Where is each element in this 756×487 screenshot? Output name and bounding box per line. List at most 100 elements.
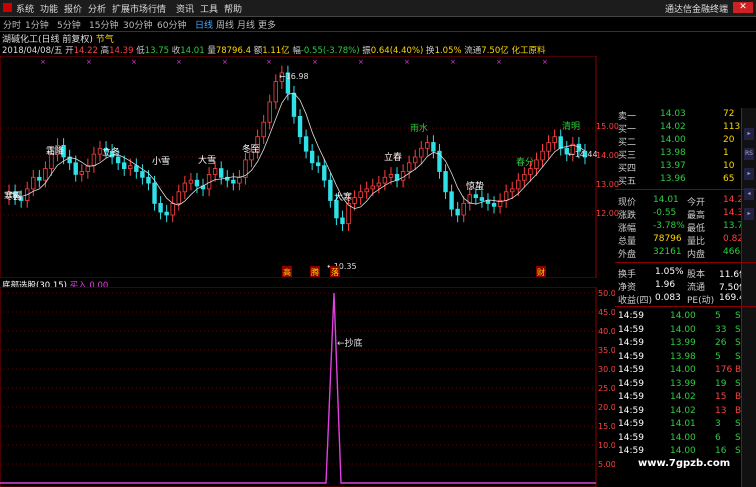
candle-body	[413, 156, 418, 164]
candle-body	[491, 202, 497, 207]
tick-side: S	[735, 338, 741, 348]
tick-price: 14.02	[670, 392, 696, 402]
period-30min[interactable]: 30分钟	[123, 18, 152, 31]
side-toolbar[interactable]: ▸ RS ▸ ◂ ▸	[741, 108, 756, 487]
stat-label: 股本	[687, 270, 706, 280]
tick-volume: 3	[715, 419, 721, 429]
quote-row: 卖一 14.03 72	[615, 109, 756, 122]
quote-row: 买四 13.97 10	[615, 161, 756, 174]
quote-row: 14:59 14.02 13 B	[615, 406, 756, 418]
candle-body	[485, 200, 491, 204]
menu-tools[interactable]: 工具	[200, 2, 218, 15]
quote-row: 换手 1.05% 股本 11.6亿	[615, 267, 756, 280]
quote-row: 净资 1.96 流通 7.50亿	[615, 280, 756, 293]
period-weekly[interactable]: 周线	[216, 18, 234, 31]
candle-body	[188, 179, 194, 184]
tick-price: 14.01	[670, 419, 696, 429]
order-volume: 10	[723, 161, 735, 171]
side-tab-icon[interactable]: ▸	[744, 128, 754, 140]
candle-body	[261, 121, 266, 138]
tick-volume: 15	[715, 392, 727, 402]
solar-term-label: 小雪	[152, 156, 170, 167]
quote-row: 买一 14.02 113	[615, 122, 756, 135]
watermark: www.7gpzb.com	[638, 458, 731, 469]
candlestick-chart[interactable]: 寒露霜降 立冬小雪 大雪冬至大寒立春雨水惊蛰春分清明←16.98←10.35←14.…	[0, 56, 615, 278]
close-button[interactable]: ✕	[733, 2, 753, 13]
period-monthly[interactable]: 月线	[237, 18, 255, 31]
tick-side: S	[735, 432, 741, 443]
candle-body	[461, 202, 466, 216]
menu-function[interactable]: 功能	[40, 2, 58, 15]
marker-icon: ×	[542, 58, 548, 66]
candle-body	[273, 81, 278, 103]
quote-row: 14:59 14.01 3 S	[615, 419, 756, 431]
candle-body	[382, 176, 388, 184]
solar-term-label: 大雪	[198, 154, 216, 166]
side-tab-icon[interactable]: ▸	[744, 208, 754, 220]
candle-body	[140, 171, 145, 178]
tick-time: 14:59	[618, 338, 644, 348]
candle-body	[79, 171, 84, 175]
quote-row: 总量 78796 量比 0.82	[615, 234, 756, 247]
menu-quote[interactable]: 报价	[64, 2, 82, 15]
menu-extended-market[interactable]: 扩展市场行情	[112, 2, 166, 15]
menu-system[interactable]: 系统	[16, 2, 34, 15]
candle-body	[400, 171, 406, 181]
marker-icon: ×	[222, 58, 228, 66]
candle-body	[176, 191, 181, 204]
candle-body	[219, 168, 224, 178]
event-marker-label: 财	[537, 267, 545, 277]
stat-label: 净资	[618, 283, 637, 293]
tick-side: S	[735, 311, 741, 321]
stat-value: 1.96	[655, 280, 676, 290]
tick-volume: 19	[715, 378, 727, 389]
period-1min[interactable]: 1分钟	[25, 18, 49, 31]
period-5min[interactable]: 5分钟	[57, 18, 81, 31]
candle-body	[128, 165, 133, 169]
side-tab-icon[interactable]: ▸	[744, 168, 754, 180]
stat-value: 78796	[653, 234, 682, 244]
candle-body	[297, 116, 303, 138]
tick-volume: 16	[715, 446, 727, 456]
candle-body	[237, 176, 242, 184]
quote-row: 涨跌 -0.55 最高 14.39	[615, 208, 756, 221]
candle-body	[528, 168, 533, 175]
solar-term-label: 寒露	[4, 190, 22, 202]
stat-label: 换手	[618, 270, 637, 280]
period-timeshare[interactable]: 分时	[3, 18, 21, 31]
quote-row: 14:59 14.02 15 B	[615, 392, 756, 404]
candle-body	[503, 191, 509, 201]
stat-label: 内盘	[687, 250, 706, 260]
event-marker-label: 落	[331, 267, 339, 277]
side-tab-icon[interactable]: RS	[744, 148, 754, 160]
period-60min[interactable]: 60分钟	[157, 18, 186, 31]
solar-term-label: 立春	[384, 151, 402, 163]
window-title: 通达信金融终端	[664, 5, 728, 15]
amplitude-value: 0.64(4.40%)	[370, 46, 424, 56]
candle-body	[309, 150, 315, 164]
candle-body	[388, 174, 394, 178]
stat-label: 最低	[687, 224, 706, 234]
menu-help[interactable]: 帮助	[224, 2, 242, 15]
tick-price: 13.99	[670, 378, 696, 389]
stat-label: 涨跌	[618, 211, 637, 221]
order-level-label: 买四	[618, 164, 637, 174]
tick-time: 14:59	[618, 365, 644, 375]
tick-side: S	[735, 378, 741, 389]
candle-body	[322, 165, 327, 181]
marker-icon: ×	[358, 58, 364, 66]
stat-label: 涨幅	[618, 224, 637, 234]
menu-analysis[interactable]: 分析	[88, 2, 106, 15]
quote-row: 14:59 13.98 5 S	[615, 352, 756, 364]
menu-news[interactable]: 资讯	[176, 2, 194, 15]
sector-value: 化工原料	[511, 46, 546, 56]
period-more[interactable]: 更多	[258, 18, 276, 31]
period-15min[interactable]: 15分钟	[89, 18, 118, 31]
solar-term-label: 冬至	[242, 143, 260, 155]
period-daily[interactable]: 日线	[195, 18, 213, 31]
ohlc-readout: 2018/04/08/五 开14.22 高14.39 低13.75 收14.01…	[2, 46, 546, 56]
solar-term-label: 立冬	[102, 146, 120, 158]
tick-time: 14:59	[618, 378, 644, 389]
solar-term-label: 雨水	[410, 122, 428, 134]
indicator-chart[interactable]: 50.00 45.00 40.00 35.00 30.00 25.00 20.00 15.00…	[0, 287, 615, 487]
